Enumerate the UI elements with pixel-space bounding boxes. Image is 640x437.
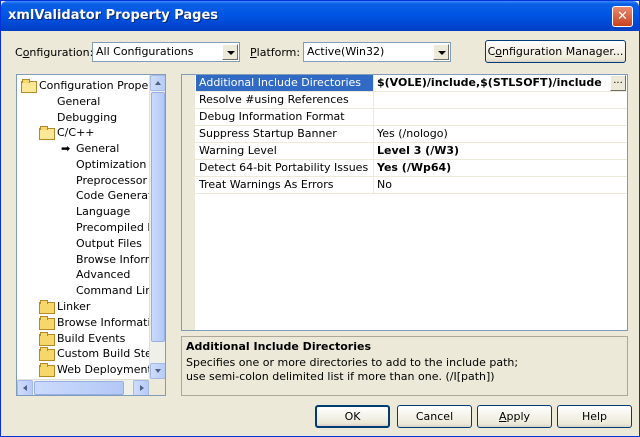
tree-item-custom-build-step[interactable]: Custom Build Step [39,346,159,362]
property-value[interactable] [375,109,627,125]
folder-icon [39,363,55,377]
property-name: Warning Level [196,143,374,159]
horizontal-scroll-thumb[interactable] [34,381,124,395]
platform-label: Platform: [250,46,301,59]
tree-item-configuration-properties[interactable]: Configuration Properties [21,78,165,94]
ok-button[interactable]: OK [315,405,390,428]
chevron-down-icon[interactable] [222,44,238,60]
scroll-down-icon[interactable] [150,363,165,379]
tree-item-general[interactable]: General [57,94,100,110]
platform-value: Active(Win32) [307,45,385,58]
tree-item-advanced[interactable]: Advanced [76,267,130,283]
folder-icon [39,300,55,314]
property-name: Debug Information Format [196,109,374,125]
grid-row-resolve-using[interactable]: Resolve #using References [182,92,627,109]
grid-row-detect-64bit[interactable]: Detect 64-bit Portability Issues Yes (/W… [182,160,627,177]
tree-item-optimization[interactable]: Optimization [76,157,146,173]
description-panel: Additional Include Directories Specifies… [181,336,628,396]
tree-item-command-line[interactable]: Command Line [76,283,159,299]
tree-item-c-cpp[interactable]: C/C++ [39,125,95,141]
tree-vertical-scrollbar[interactable] [149,75,165,379]
property-name: Suppress Startup Banner [196,126,374,142]
property-name: Detect 64-bit Portability Issues [196,160,374,176]
apply-button[interactable]: Apply [477,405,552,428]
property-value[interactable]: No [375,177,627,193]
property-value[interactable]: Yes (/nologo) [375,126,627,142]
pointer-icon: ➡ [61,142,71,155]
property-name: Resolve #using References [196,92,374,108]
close-button[interactable]: ✕ [612,6,633,27]
cancel-button[interactable]: Cancel [397,405,472,428]
property-grid[interactable]: Additional Include Directories $(VOLE)/i… [181,74,628,331]
tree-item-browse-information-folder[interactable]: Browse Information [39,315,164,331]
window-title: xmlValidator Property Pages [8,8,219,23]
scroll-right-icon[interactable] [133,380,149,395]
folder-open-icon [39,126,55,140]
property-value[interactable]: Level 3 (/W3) [375,143,627,159]
platform-dropdown[interactable]: Active(Win32) [303,42,451,62]
property-pages-window: xmlValidator Property Pages ✕ Configurat… [0,0,640,437]
configuration-manager-button[interactable]: Configuration Manager... [485,40,626,63]
tree-item-preprocessor[interactable]: Preprocessor [76,173,147,189]
property-value[interactable] [375,92,627,108]
grid-row-additional-include-directories[interactable]: Additional Include Directories $(VOLE)/i… [182,75,627,92]
scroll-left-icon[interactable] [17,380,33,395]
configuration-label: Configuration: [15,46,94,59]
description-title: Additional Include Directories [186,340,372,353]
folder-icon [39,332,55,346]
tree-item-build-events[interactable]: Build Events [39,331,125,347]
browse-button[interactable]: ... [610,75,626,91]
grid-row-warnings-as-errors[interactable]: Treat Warnings As Errors No [182,177,627,194]
tree-item-output-files[interactable]: Output Files [76,236,142,252]
folder-icon [39,316,55,330]
tree-item-language[interactable]: Language [76,204,130,220]
scroll-up-icon[interactable] [150,75,165,91]
tree-item-linker[interactable]: Linker [39,299,90,315]
folder-icon [39,347,55,361]
property-tree[interactable]: Configuration Properties General Debuggi… [16,74,166,396]
grid-row-debug-info-format[interactable]: Debug Information Format [182,109,627,126]
folder-open-icon [21,79,37,93]
tree-item-debugging[interactable]: Debugging [57,110,117,126]
property-value[interactable]: $(VOLE)/include,$(STLSOFT)/include [375,75,627,91]
chevron-down-icon[interactable] [433,44,449,60]
property-name: Treat Warnings As Errors [196,177,374,193]
tree-item-cpp-general[interactable]: General [76,141,119,157]
grid-row-suppress-banner[interactable]: Suppress Startup Banner Yes (/nologo) [182,126,627,143]
property-name: Additional Include Directories [196,75,374,91]
title-bar[interactable]: xmlValidator Property Pages ✕ [1,1,639,31]
vertical-scroll-thumb[interactable] [151,92,165,342]
configuration-value: All Configurations [96,45,194,58]
description-text: Specifies one or more directories to add… [186,356,519,383]
grid-row-warning-level[interactable]: Warning Level Level 3 (/W3) [182,143,627,160]
property-value[interactable]: Yes (/Wp64) [375,160,627,176]
configuration-dropdown[interactable]: All Configurations [92,42,240,62]
scroll-corner [149,379,165,395]
tree-horizontal-scrollbar[interactable] [17,379,149,395]
tree-item-web-deployment[interactable]: Web Deployment [39,362,152,378]
help-button[interactable]: Help [557,405,632,428]
